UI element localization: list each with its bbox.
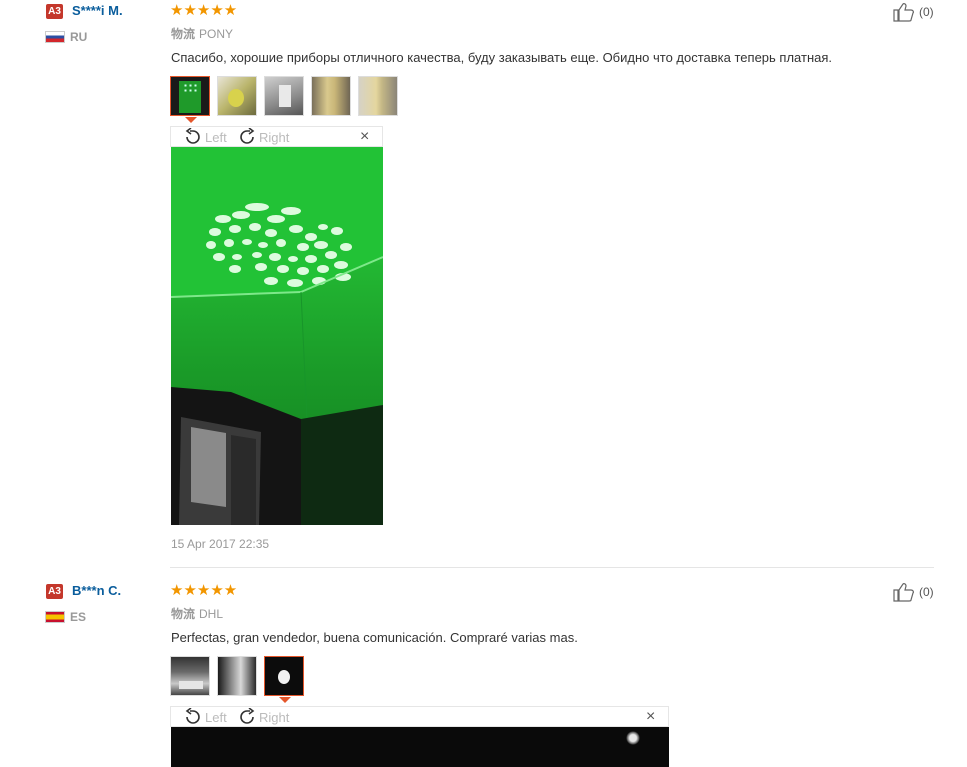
rotate-left-icon [185,708,200,724]
thumbs-up-icon [893,583,914,602]
review-divider [170,567,934,568]
photo-thumbnail[interactable] [264,76,304,116]
helpful-button[interactable]: (0) [893,2,934,22]
buyer-level-badge: A3 [46,4,63,19]
photo-viewer-toolbar: Left Right × [170,126,383,147]
review-text: Спасибо, хорошие приборы отличного качес… [171,50,833,65]
spain-flag-icon [45,611,65,623]
rotate-left-label: Left [205,709,227,725]
reviewer-country: ES [70,610,87,624]
russia-flag-icon [45,31,65,43]
rotate-right-button[interactable]: Right [237,128,289,146]
photo-viewer-toolbar: Left Right × [170,706,669,727]
shipping-label: 物流 [171,607,196,621]
shipping-method: 物流 PONY [171,25,233,42]
shipping-carrier: PONY [199,27,234,41]
rotate-right-label: Right [259,709,290,725]
rotate-right-icon [240,128,255,144]
reviewer-name[interactable]: B***n C. [72,583,121,598]
photo-thumbnail[interactable] [311,76,351,116]
rotate-left-label: Left [205,129,227,145]
rotate-right-button[interactable]: Right [237,708,289,726]
star-rating: ★★★★★ [170,2,238,19]
review-date: 15 Apr 2017 22:35 [171,537,270,551]
close-viewer-button[interactable]: × [646,708,655,726]
shipping-carrier: DHL [199,607,224,621]
reviewer-country: RU [70,30,88,44]
reviewer-name[interactable]: S****i M. [72,3,123,18]
rotate-right-icon [240,708,255,724]
photo-thumbnail[interactable] [170,76,210,116]
photo-thumbnails [170,76,405,116]
rotate-left-button[interactable]: Left [183,708,227,726]
rotate-left-icon [185,128,200,144]
shipping-label: 物流 [171,27,196,41]
selected-thumbnail-caret [185,117,197,123]
rotate-left-button[interactable]: Left [183,128,227,146]
helpful-button[interactable]: (0) [893,582,934,602]
photo-thumbnail[interactable] [217,656,257,696]
buyer-level-badge: A3 [46,584,63,599]
close-viewer-button[interactable]: × [360,128,369,146]
shipping-method: 物流 DHL [171,605,223,622]
review-photo-large[interactable] [171,147,383,525]
review-photo-large[interactable] [171,727,669,767]
photo-thumbnail[interactable] [217,76,257,116]
photo-thumbnail[interactable] [170,656,210,696]
helpful-count: (0) [919,585,934,599]
thumbs-up-icon [893,3,914,22]
photo-thumbnail[interactable] [264,656,304,696]
light-pattern [171,147,383,525]
photo-thumbnails [170,656,311,696]
light-spot [626,731,640,745]
helpful-count: (0) [919,5,934,19]
star-rating: ★★★★★ [170,582,238,599]
photo-thumbnail[interactable] [358,76,398,116]
rotate-right-label: Right [259,129,290,145]
review-text: Perfectas, gran vendedor, buena comunica… [171,630,578,645]
selected-thumbnail-caret [279,697,291,703]
